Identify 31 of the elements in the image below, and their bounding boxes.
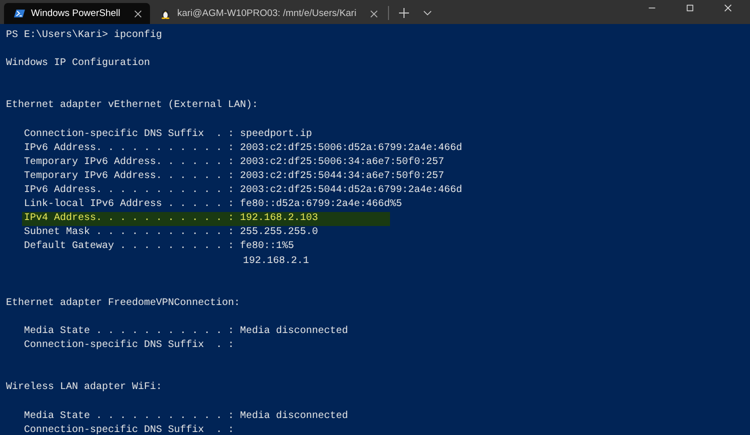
config-entry: Default Gateway . . . . . . . . . : fe80::1%5 bbox=[24, 240, 294, 254]
terminal-tab[interactable]: Windows PowerShell bbox=[4, 3, 150, 24]
output-heading: Windows IP Configuration bbox=[6, 57, 152, 72]
config-entry: Temporary IPv6 Address. . . . . . : 2003:c2:df25:5044:34:a6e7:50f0:257 bbox=[24, 170, 444, 184]
tab-title: Windows PowerShell bbox=[31, 8, 120, 19]
penguin-icon bbox=[160, 8, 172, 19]
adapter-heading: Ethernet adapter FreedomeVPNConnection: bbox=[6, 296, 242, 311]
config-entry: IPv4 Address. . . . . . . . . . . : 192.168.2.103 bbox=[22, 212, 390, 226]
config-entry: IPv6 Address. . . . . . . . . . . : 2003:c2:df25:5006:d52a:6799:2a4e:466d bbox=[24, 142, 462, 156]
terminal-tab[interactable]: kari@AGM-W10PRO03: /mnt/e/Users/Kari bbox=[150, 3, 386, 24]
config-entry: Connection-specific DNS Suffix . : bbox=[24, 339, 234, 354]
config-entry: Link-local IPv6 Address . . . . . : fe80::d52a:6799:2a4e:466d%5 bbox=[24, 198, 402, 212]
config-entry: Connection-specific DNS Suffix . : speedport.ip bbox=[24, 128, 312, 142]
close-tab-icon[interactable] bbox=[134, 10, 142, 18]
config-entry: Media State . . . . . . . . . . . : Media disconnected bbox=[24, 324, 348, 339]
adapter-heading: Ethernet adapter vEthernet (External LAN): bbox=[6, 99, 260, 114]
maximize-icon[interactable] bbox=[686, 4, 694, 12]
close-icon[interactable] bbox=[724, 4, 732, 12]
powershell-icon bbox=[14, 8, 25, 19]
config-value: 192.168.2.1 bbox=[243, 254, 310, 268]
new-tab-icon[interactable] bbox=[399, 8, 410, 18]
prompt-line: PS E:\Users\Kari> ipconfig bbox=[6, 29, 164, 43]
dropdown-caret-icon[interactable] bbox=[423, 10, 432, 16]
close-tab-icon[interactable] bbox=[370, 10, 378, 18]
config-entry: IPv6 Address. . . . . . . . . . . : 2003:c2:df25:5044:d52a:6799:2a4e:466d bbox=[24, 184, 462, 198]
config-entry: Media State . . . . . . . . . . . : Media disconnected bbox=[24, 410, 348, 424]
adapter-heading: Wireless LAN adapter WiFi: bbox=[6, 381, 164, 396]
config-entry: Subnet Mask . . . . . . . . . . . : 255.255.255.0 bbox=[24, 226, 318, 240]
config-entry: Connection-specific DNS Suffix . : bbox=[24, 424, 234, 435]
config-entry: Temporary IPv6 Address. . . . . . : 2003:c2:df25:5006:34:a6e7:50f0:257 bbox=[24, 156, 444, 170]
tab-title: kari@AGM-W10PRO03: /mnt/e/Users/Kari bbox=[177, 8, 356, 19]
